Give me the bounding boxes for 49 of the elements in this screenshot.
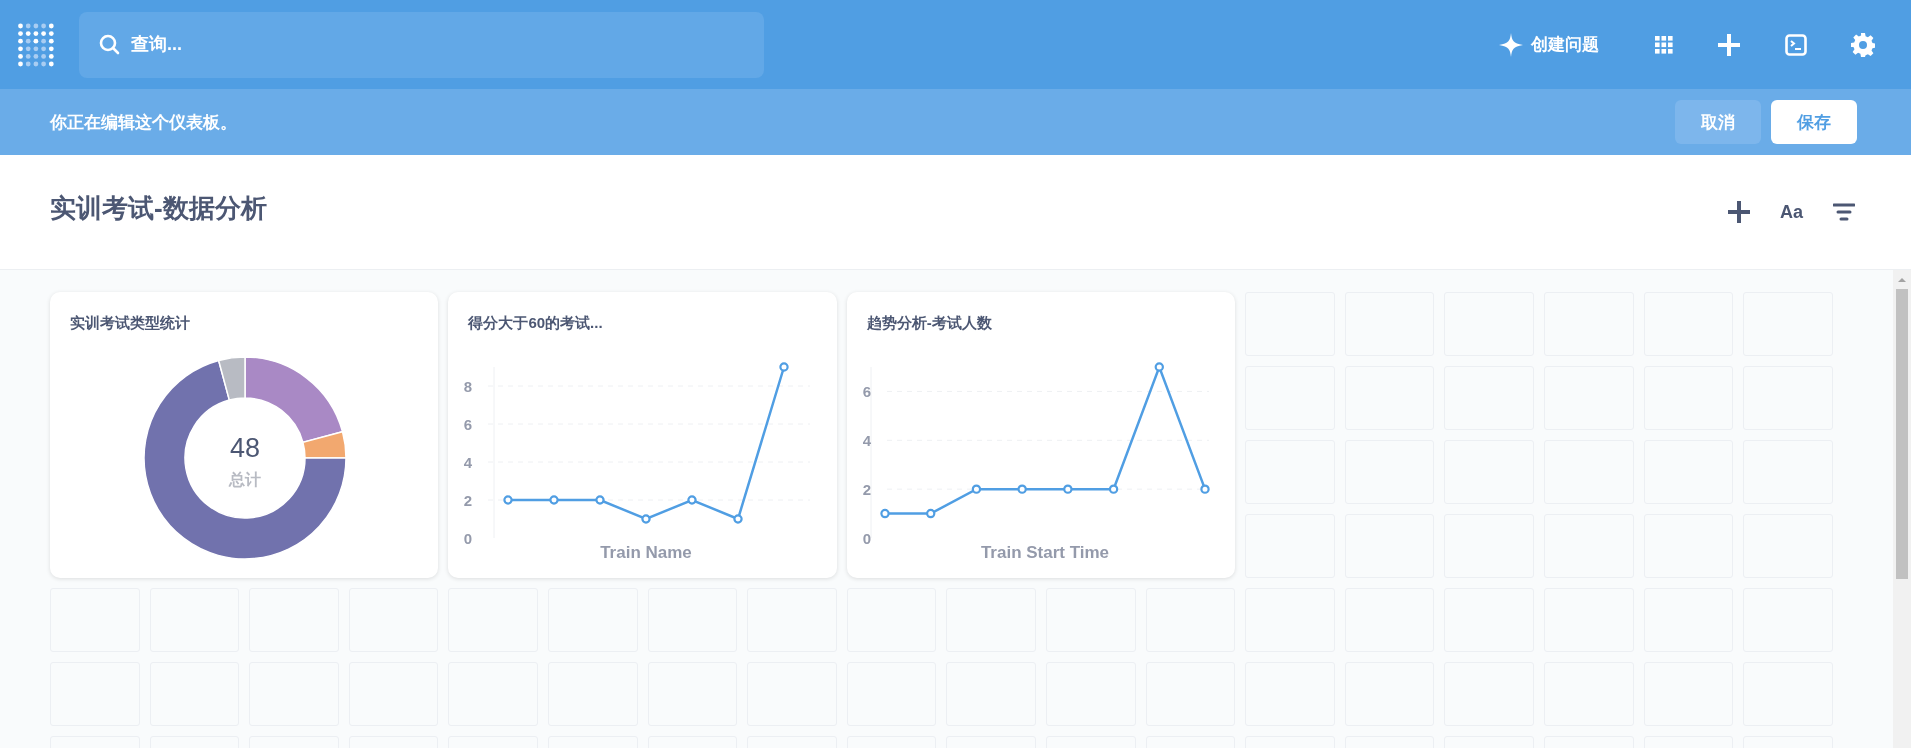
y-axis-tick: 8 <box>464 378 473 395</box>
data-point <box>595 495 606 505</box>
y-axis-tick: 0 <box>464 530 473 547</box>
data-point <box>733 514 744 524</box>
search-icon[interactable] <box>99 33 120 55</box>
logo-icon[interactable] <box>18 22 54 67</box>
data-point <box>1108 484 1118 494</box>
data-point <box>549 495 560 505</box>
card-title: 得分大于60的考试... <box>467 313 604 333</box>
apps-grid-icon[interactable] <box>1655 35 1673 54</box>
x-axis-label: Train Name <box>600 543 693 562</box>
filter-icon[interactable] <box>1833 203 1855 221</box>
terminal-icon[interactable] <box>1785 33 1807 56</box>
scrollbar-thumb[interactable] <box>1896 289 1908 579</box>
save-button[interactable]: 保存 <box>1771 100 1857 144</box>
data-point <box>925 508 936 519</box>
data-point <box>503 495 514 505</box>
data-point <box>779 362 790 372</box>
x-axis-label: Train Start Time <box>980 543 1109 562</box>
data-point <box>641 514 652 524</box>
data-point <box>1062 484 1073 494</box>
y-axis-tick: 4 <box>862 432 871 450</box>
dashboard-title: 实训考试-数据分析 <box>50 191 267 225</box>
editing-message: 你正在编辑这个仪表板。 <box>50 111 237 134</box>
total-value: 48 <box>230 433 260 463</box>
card-title: 趋势分析-考试人数 <box>865 313 993 333</box>
add-icon[interactable] <box>1728 201 1750 223</box>
y-axis-tick: 2 <box>862 481 871 499</box>
y-axis-tick: 0 <box>862 530 871 547</box>
data-point <box>1017 484 1027 494</box>
data-point <box>687 495 698 505</box>
data-point <box>1154 362 1164 372</box>
text-button[interactable]: Aa <box>1780 201 1803 223</box>
scrollbar[interactable] <box>1893 270 1911 748</box>
create-question-button[interactable]: 创建问题 <box>1493 26 1605 63</box>
data-point <box>880 508 890 519</box>
data-point <box>971 484 981 494</box>
y-axis-tick: 2 <box>464 492 473 509</box>
y-axis-tick: 4 <box>464 454 473 471</box>
data-point <box>1200 484 1210 494</box>
cancel-button[interactable]: 取消 <box>1675 100 1761 144</box>
total-label: 总计 <box>229 471 261 488</box>
settings-icon[interactable] <box>1851 32 1875 57</box>
search-field[interactable]: 查询... <box>79 11 764 78</box>
plus-icon[interactable] <box>1717 32 1741 57</box>
scroll-up-icon[interactable] <box>1897 275 1907 285</box>
y-axis-tick: 6 <box>464 416 473 433</box>
card-title: 实训考试类型统计 <box>69 313 191 333</box>
y-axis-tick: 6 <box>862 383 871 401</box>
